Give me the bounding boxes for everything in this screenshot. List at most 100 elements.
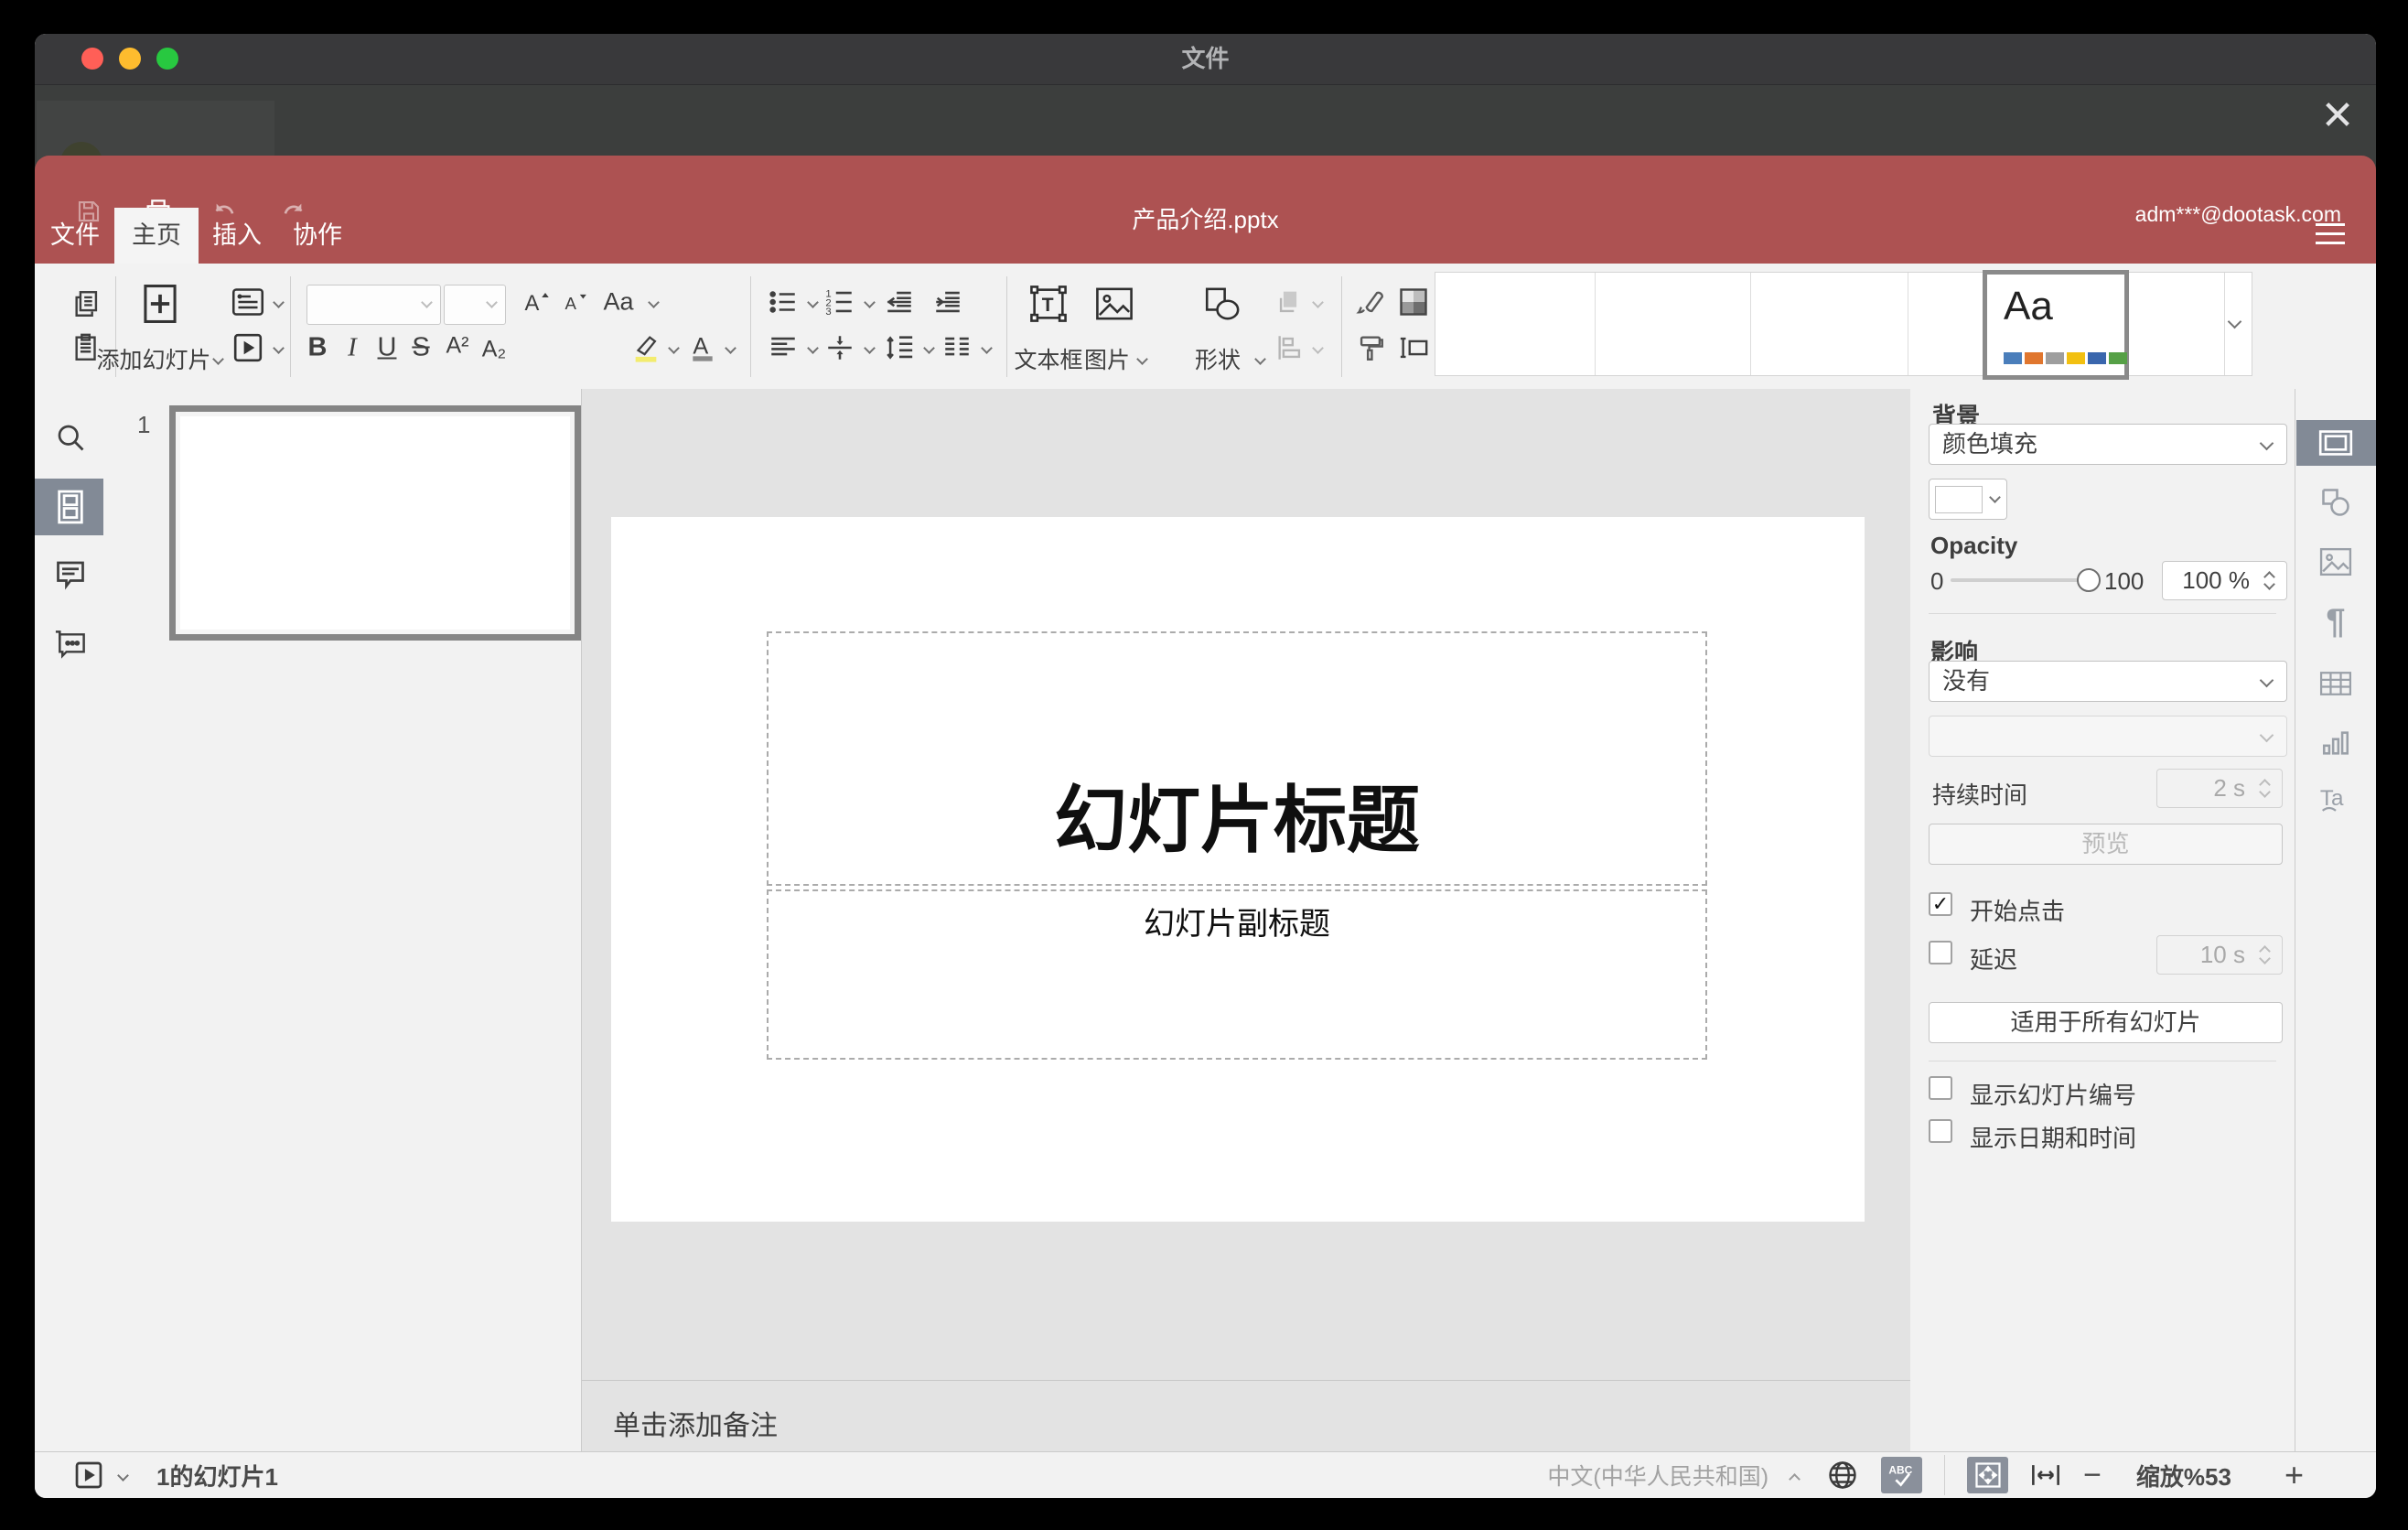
zoom-in-button[interactable]: + (2284, 1456, 2304, 1494)
slide[interactable]: 幻灯片标题 幻灯片副标题 (611, 517, 1865, 1222)
text-box-label[interactable]: 文本框 (1014, 342, 1082, 375)
text-box-icon[interactable]: T (1029, 285, 1068, 323)
bold-button[interactable]: B (308, 333, 328, 363)
theme-gallery-expand[interactable] (2224, 273, 2251, 375)
show-date-time-checkbox[interactable] (1929, 1119, 1952, 1143)
chevron-down-icon[interactable] (807, 296, 819, 308)
chevron-up-icon[interactable] (1789, 1472, 1801, 1485)
opacity-slider-track[interactable] (1951, 578, 2090, 582)
arrange-icon[interactable] (1274, 286, 1306, 318)
chevron-down-icon[interactable] (212, 353, 224, 365)
menu-icon[interactable] (2316, 223, 2345, 245)
chat-icon[interactable] (53, 629, 88, 662)
copy-icon[interactable] (71, 288, 102, 319)
search-icon[interactable] (54, 421, 87, 454)
font-size-select[interactable] (444, 285, 506, 325)
close-icon[interactable]: ✕ (2316, 94, 2360, 138)
chevron-down-icon[interactable] (1312, 296, 1324, 308)
shape-label[interactable]: 形状 (1195, 342, 1241, 375)
slides-icon[interactable] (54, 489, 87, 525)
decrease-indent-icon[interactable] (884, 286, 915, 318)
add-slide-icon[interactable] (143, 284, 177, 324)
fit-to-slide-button[interactable] (1967, 1457, 2009, 1493)
shape-icon[interactable] (1204, 285, 1242, 323)
subtitle-placeholder[interactable]: 幻灯片副标题 (767, 889, 1707, 1060)
slide-thumbnail[interactable] (169, 405, 581, 641)
start-slideshow-icon[interactable] (233, 333, 263, 362)
comments-icon[interactable] (54, 557, 87, 590)
title-placeholder[interactable]: 幻灯片标题 (767, 631, 1707, 886)
text-art-settings-icon[interactable]: Ta (2317, 782, 2354, 815)
chevron-down-icon[interactable] (648, 296, 660, 308)
chevron-down-icon[interactable] (1254, 353, 1266, 365)
align-objects-icon[interactable] (1274, 332, 1306, 363)
chevron-down-icon[interactable] (1136, 353, 1148, 365)
color-scheme-icon[interactable] (1397, 286, 1430, 318)
delay-checkbox[interactable] (1929, 941, 1952, 964)
chevron-down-icon[interactable] (981, 342, 993, 354)
vertical-align-icon[interactable] (824, 332, 855, 363)
tab-home[interactable]: 主页 (114, 208, 199, 264)
add-slide-label[interactable]: 添加幻灯片 (96, 342, 210, 375)
background-color-swatch[interactable] (1929, 479, 2007, 520)
numbering-icon[interactable]: 123 (824, 286, 855, 318)
tab-insert[interactable]: 插入 (206, 208, 268, 264)
theme-item[interactable] (1595, 273, 1751, 375)
fit-to-width-button[interactable] (2030, 1461, 2061, 1489)
table-settings-icon[interactable] (2319, 670, 2352, 697)
spinner-down-icon[interactable] (2263, 578, 2275, 590)
subscript-button[interactable]: A₂ (482, 337, 506, 363)
chevron-down-icon[interactable] (668, 342, 680, 354)
slide-settings-icon[interactable] (2318, 429, 2353, 457)
superscript-button[interactable]: A² (446, 333, 469, 360)
chevron-down-icon[interactable] (864, 296, 876, 308)
theme-item[interactable] (1750, 273, 1908, 375)
background-fill-select[interactable]: 颜色填充 (1929, 424, 2287, 465)
image-settings-icon[interactable] (2319, 547, 2352, 576)
zoom-out-button[interactable]: − (2083, 1458, 2102, 1493)
show-slide-number-checkbox[interactable] (1929, 1076, 1952, 1100)
line-spacing-icon[interactable] (884, 332, 915, 363)
image-label[interactable]: 图片 (1084, 342, 1130, 375)
notes-placeholder[interactable]: 单击添加备注 (613, 1403, 778, 1443)
highlight-color-icon[interactable] (630, 332, 661, 363)
opacity-spinner[interactable]: 100 % (2162, 561, 2287, 600)
tab-collaboration[interactable]: 协作 (286, 208, 349, 264)
shape-settings-icon[interactable] (2319, 486, 2352, 519)
chevron-down-icon[interactable] (807, 342, 819, 354)
increase-indent-icon[interactable] (932, 286, 963, 318)
start-slideshow-status-icon[interactable] (75, 1461, 102, 1489)
chevron-down-icon[interactable] (273, 342, 285, 354)
image-icon[interactable] (1095, 286, 1134, 321)
tab-file[interactable]: 文件 (44, 208, 106, 264)
columns-icon[interactable] (941, 332, 973, 363)
slide-size-icon[interactable] (1397, 332, 1430, 363)
chevron-down-icon[interactable] (1312, 342, 1324, 354)
apply-to-all-button[interactable]: 适用于所有幻灯片 (1929, 1002, 2283, 1043)
strikethrough-button[interactable]: S (412, 333, 429, 363)
chevron-down-icon[interactable] (273, 296, 285, 308)
slide-layout-icon[interactable] (231, 287, 264, 317)
italic-button[interactable]: I (348, 333, 357, 363)
chevron-down-icon[interactable] (864, 342, 876, 354)
slide-canvas[interactable]: 幻灯片标题 幻灯片副标题 单击添加备注 (582, 389, 1910, 1452)
copy-style-icon[interactable] (1355, 332, 1386, 363)
spellcheck-toggle[interactable]: ABC (1881, 1457, 1923, 1493)
theme-item-selected[interactable]: Aa (1983, 270, 2129, 380)
start-on-click-checkbox[interactable]: ✓ (1929, 892, 1952, 916)
chart-settings-icon[interactable] (2320, 727, 2351, 759)
change-case-button[interactable]: Aa (603, 288, 633, 317)
decrease-font-icon[interactable]: A (562, 289, 587, 315)
chevron-down-icon[interactable] (725, 342, 736, 354)
language-selector[interactable]: 中文(中华人民共和国) (1547, 1459, 1768, 1492)
globe-icon[interactable] (1826, 1459, 1859, 1492)
font-name-select[interactable] (306, 285, 441, 325)
underline-button[interactable]: U (378, 333, 397, 363)
paragraph-settings-icon[interactable]: ¶ (2326, 603, 2345, 642)
theme-item[interactable] (1435, 273, 1596, 375)
font-color-icon[interactable]: A (688, 332, 717, 363)
opacity-slider-knob[interactable] (2077, 568, 2101, 592)
chevron-down-icon[interactable] (117, 1469, 129, 1482)
effect-select[interactable]: 没有 (1929, 661, 2287, 702)
chevron-down-icon[interactable] (923, 342, 935, 354)
